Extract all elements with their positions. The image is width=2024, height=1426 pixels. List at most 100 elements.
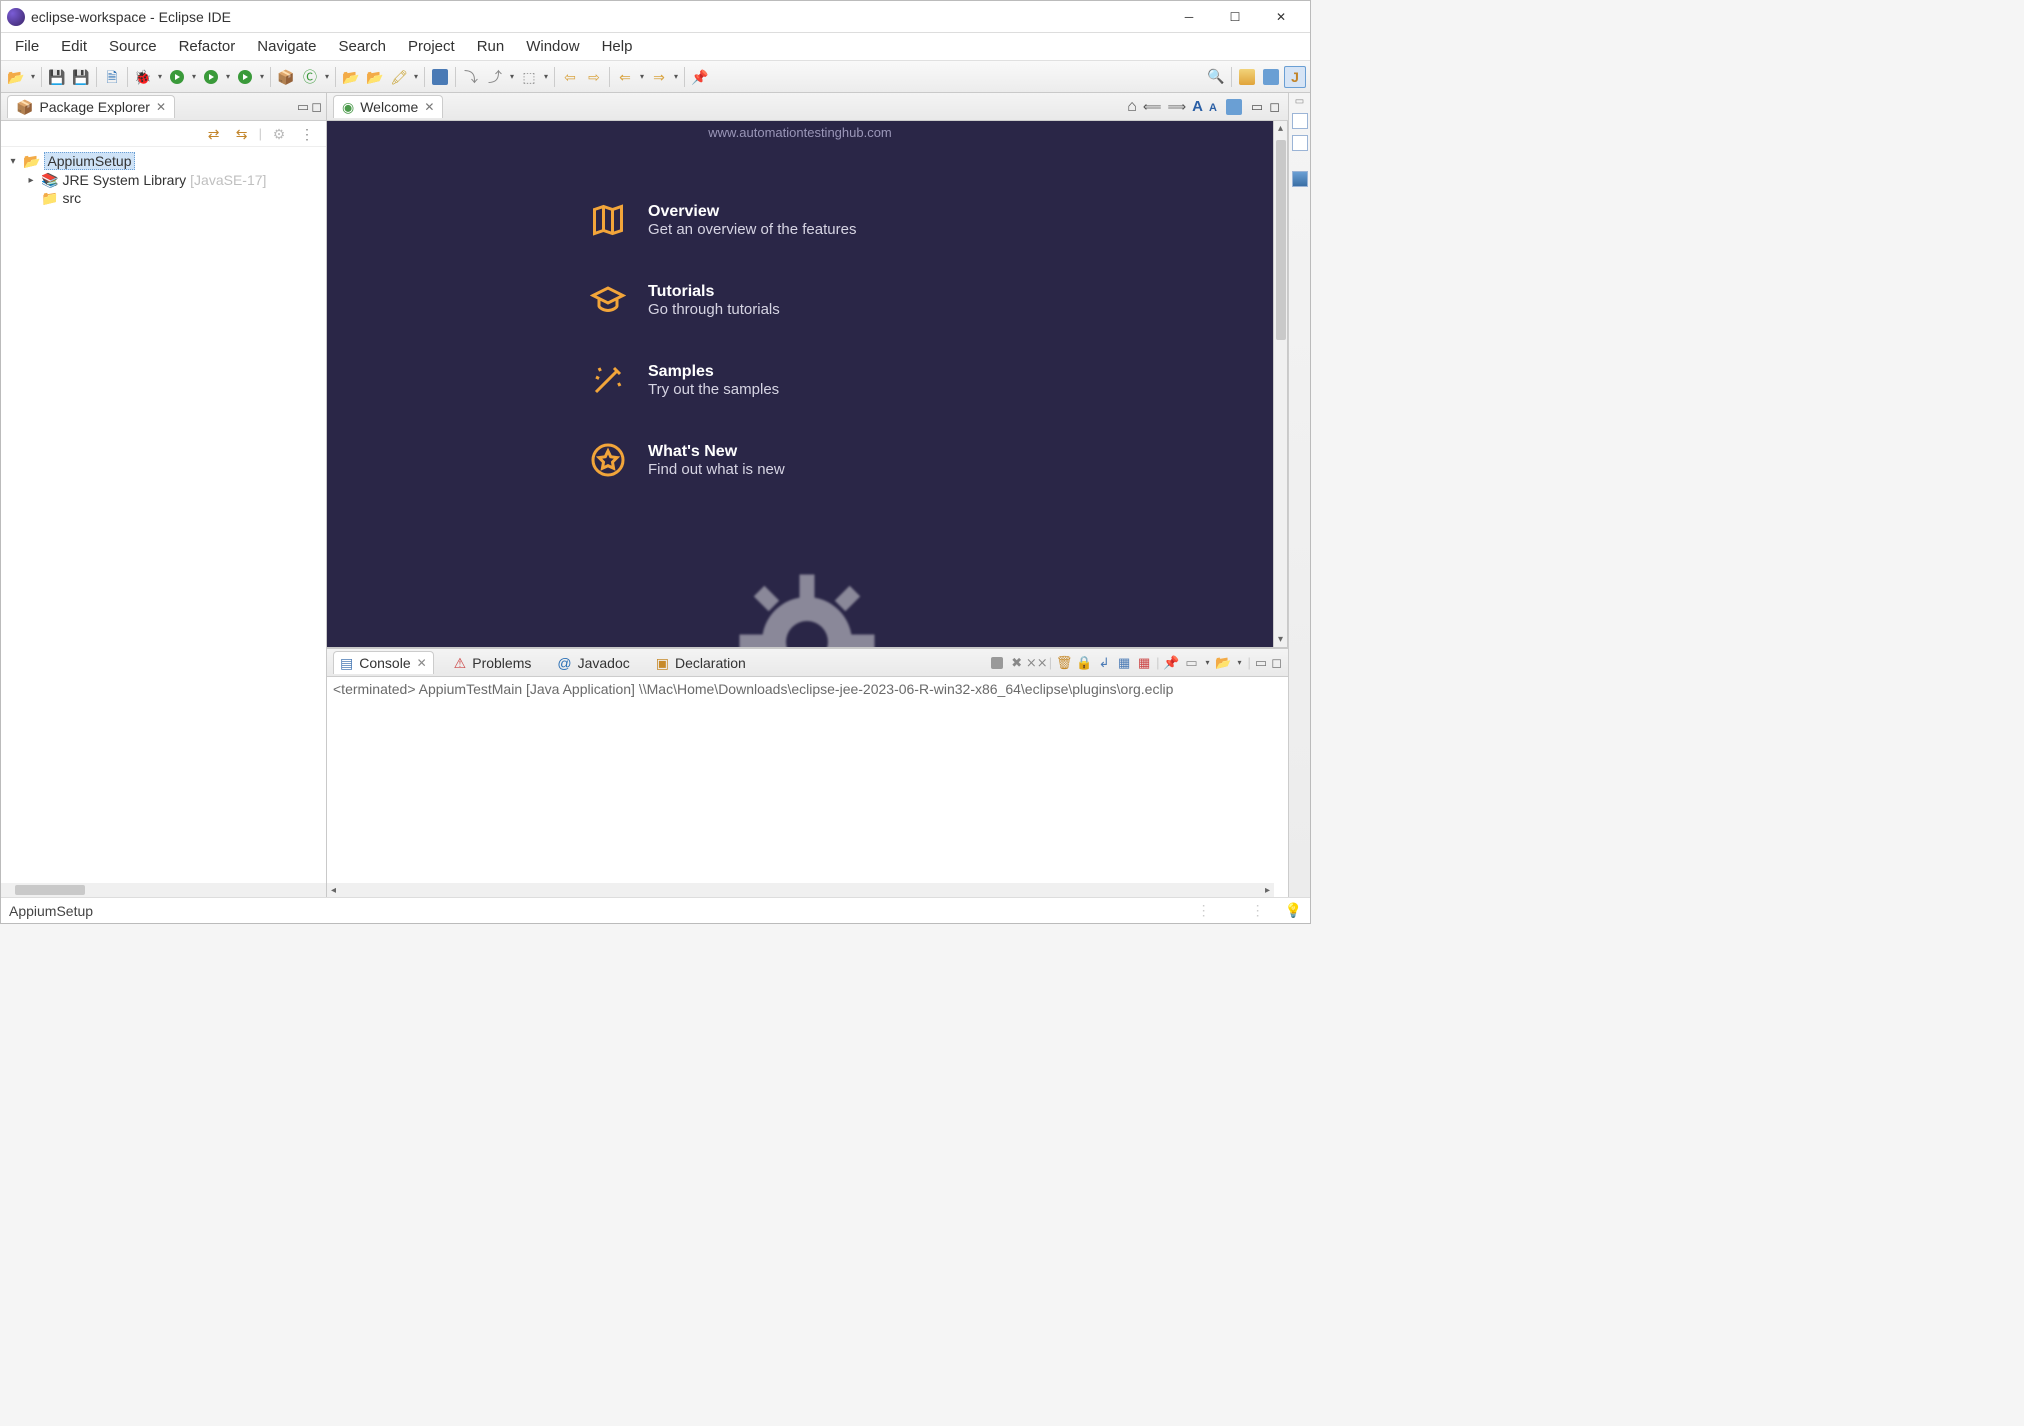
tree-library-row[interactable]: ▸ 📚 JRE System Library [JavaSE-17] <box>7 171 320 189</box>
toggle-mark-button[interactable] <box>429 66 451 88</box>
console-terminate-button[interactable] <box>989 655 1005 671</box>
search-button[interactable]: 🖍 <box>388 66 410 88</box>
font-decrease-icon[interactable] <box>1209 99 1217 114</box>
welcome-item-samples[interactable]: Samples Try out the samples <box>590 362 1010 398</box>
debug-dropdown[interactable]: ▾ <box>156 72 164 81</box>
view-menu-button[interactable]: ⋮ <box>296 123 318 145</box>
console-open-dropdown[interactable]: ▾ <box>1236 658 1244 667</box>
package-explorer-close-icon[interactable]: ✕ <box>156 100 166 114</box>
menu-window[interactable]: Window <box>516 34 589 59</box>
console-remove-button[interactable]: ✖ <box>1009 655 1025 671</box>
console-hscroll[interactable]: ◂ ▸ <box>327 883 1274 897</box>
java-ee-perspective-button[interactable] <box>1260 66 1282 88</box>
scroll-right-button[interactable]: ▸ <box>1263 885 1272 896</box>
menu-edit[interactable]: Edit <box>51 34 97 59</box>
scroll-down-button[interactable]: ▾ <box>1278 632 1283 647</box>
tree-src-row[interactable]: 📁 src <box>7 189 320 207</box>
run-last-button[interactable] <box>234 66 256 88</box>
console-output[interactable]: ◂ ▸ <box>327 701 1288 897</box>
run-dropdown[interactable]: ▾ <box>190 72 198 81</box>
save-all-button[interactable]: 💾 <box>70 66 92 88</box>
link-editor-button[interactable]: ⇆ <box>231 123 253 145</box>
save-button[interactable]: 💾 <box>46 66 68 88</box>
outline-view-button[interactable] <box>1292 113 1308 129</box>
terminate-dropdown[interactable]: ▾ <box>542 72 550 81</box>
console-word-wrap-button[interactable]: ↲ <box>1096 655 1112 671</box>
menu-refactor[interactable]: Refactor <box>169 34 246 59</box>
scrollbar-thumb[interactable] <box>1276 140 1286 340</box>
editor-vscroll[interactable]: ▴ ▾ <box>1273 121 1287 647</box>
console-clear-button[interactable]: 🗑 <box>1056 655 1072 671</box>
bottom-minimize-button[interactable]: ▭ <box>1255 655 1267 671</box>
close-button[interactable]: ✕ <box>1258 1 1304 33</box>
bottom-maximize-button[interactable]: ◻ <box>1271 655 1282 671</box>
back-history-button[interactable]: ⇐ <box>614 66 636 88</box>
new-class-button[interactable]: Ⓒ <box>299 66 321 88</box>
menu-source[interactable]: Source <box>99 34 167 59</box>
console-close-icon[interactable]: ✕ <box>417 656 427 670</box>
scrollbar-thumb[interactable] <box>15 885 85 895</box>
console-remove-all-button[interactable]: ⨯⨯ <box>1029 655 1045 671</box>
open-task-button[interactable]: 📂 <box>364 66 386 88</box>
new-dropdown[interactable]: ▾ <box>29 72 37 81</box>
java-perspective-button[interactable]: J <box>1284 66 1306 88</box>
forward-history-dropdown[interactable]: ▾ <box>672 72 680 81</box>
coverage-dropdown[interactable]: ▾ <box>224 72 232 81</box>
menu-search[interactable]: Search <box>328 34 396 59</box>
twisty-closed-icon[interactable]: ▸ <box>25 175 37 186</box>
console-pin-button[interactable]: 📌 <box>1164 655 1180 671</box>
problems-tab[interactable]: ⚠ Problems <box>448 652 538 674</box>
minimize-button[interactable]: ─ <box>1166 1 1212 33</box>
back-history-dropdown[interactable]: ▾ <box>638 72 646 81</box>
scroll-left-button[interactable]: ◂ <box>329 885 338 896</box>
menu-project[interactable]: Project <box>398 34 465 59</box>
console-show-err-button[interactable]: ▦ <box>1136 655 1152 671</box>
package-explorer-tree[interactable]: ▾ 📂 AppiumSetup ▸ 📚 JRE System Library [… <box>1 147 326 883</box>
welcome-item-tutorials[interactable]: Tutorials Go through tutorials <box>590 282 1010 318</box>
menu-navigate[interactable]: Navigate <box>247 34 326 59</box>
tree-project-row[interactable]: ▾ 📂 AppiumSetup <box>7 151 320 171</box>
view-maximize-button[interactable]: ◻ <box>311 99 322 115</box>
restore-icon[interactable]: ▭ <box>1295 97 1304 107</box>
collapse-all-button[interactable]: ⇄ <box>203 123 225 145</box>
run-button[interactable] <box>166 66 188 88</box>
tip-icon[interactable]: 💡 <box>1285 902 1302 919</box>
javadoc-tab[interactable]: @ Javadoc <box>551 652 635 674</box>
nav-back-icon[interactable] <box>1143 99 1162 115</box>
console-tab[interactable]: ▤ Console ✕ <box>333 651 434 674</box>
editor-layout-button[interactable] <box>1223 96 1245 118</box>
terminate-button[interactable]: ⬚ <box>518 66 540 88</box>
run-last-dropdown[interactable]: ▾ <box>258 72 266 81</box>
welcome-item-whatsnew[interactable]: What's New Find out what is new <box>590 442 1010 478</box>
declaration-tab[interactable]: ▣ Declaration <box>650 652 752 674</box>
view-minimize-button[interactable]: ▭ <box>297 99 309 115</box>
breakpoint-button[interactable]: 🗎 <box>101 66 123 88</box>
minimap-view-button[interactable] <box>1292 171 1308 187</box>
console-open-button[interactable]: 📂 <box>1216 655 1232 671</box>
forward-history-button[interactable]: ⇒ <box>648 66 670 88</box>
menu-help[interactable]: Help <box>592 34 643 59</box>
welcome-item-overview[interactable]: Overview Get an overview of the features <box>590 202 1010 238</box>
editor-minimize-button[interactable]: ▭ <box>1251 99 1263 115</box>
debug-button[interactable]: 🐞 <box>132 66 154 88</box>
search-dropdown[interactable]: ▾ <box>412 72 420 81</box>
console-show-output-button[interactable]: ▦ <box>1116 655 1132 671</box>
coverage-button[interactable] <box>200 66 222 88</box>
menu-run[interactable]: Run <box>467 34 515 59</box>
console-display-button[interactable]: ▭ <box>1184 655 1200 671</box>
skip-button[interactable]: ⤴ <box>484 66 506 88</box>
skip-dropdown[interactable]: ▾ <box>508 72 516 81</box>
twisty-open-icon[interactable]: ▾ <box>7 156 19 167</box>
forward-annotation-button[interactable]: ⇨ <box>583 66 605 88</box>
new-button[interactable]: 📂 <box>5 66 27 88</box>
package-explorer-tab[interactable]: 📦 Package Explorer ✕ <box>7 95 175 118</box>
back-annotation-button[interactable]: ⇦ <box>559 66 581 88</box>
console-scroll-lock-button[interactable]: 🔒 <box>1076 655 1092 671</box>
open-type-button[interactable]: 📂 <box>340 66 362 88</box>
filters-button[interactable]: ⚙ <box>268 123 290 145</box>
menu-file[interactable]: File <box>5 34 49 59</box>
new-package-button[interactable]: 📦 <box>275 66 297 88</box>
welcome-tab[interactable]: ◉ Welcome ✕ <box>333 95 443 118</box>
package-explorer-hscroll[interactable] <box>1 883 326 897</box>
pin-button[interactable]: 📌 <box>689 66 711 88</box>
